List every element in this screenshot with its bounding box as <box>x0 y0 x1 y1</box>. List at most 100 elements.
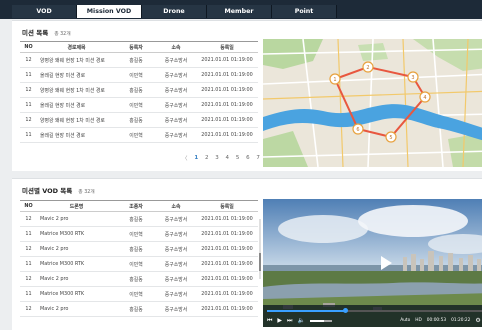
prev-page-button[interactable]: 〈 <box>182 154 188 162</box>
cell-drone: Matrice M300 RTK <box>37 226 116 242</box>
cell-date: 2021.01.01 01:19:00 <box>196 301 258 317</box>
cell-no: 11 <box>20 286 37 302</box>
cell-date: 2021.01.01 01:19:00 <box>196 67 258 83</box>
cell-org: 중구소방서 <box>156 67 196 83</box>
page-3-button[interactable]: 3 <box>215 155 219 161</box>
page-4-button[interactable]: 4 <box>226 155 230 161</box>
page-6-button[interactable]: 6 <box>246 155 250 161</box>
page-2-button[interactable]: 2 <box>205 155 209 161</box>
col-org: 소속 <box>156 41 196 53</box>
mission-panel: 미션 목록 총 32개 NO 경로제목 등록자 소속 등록일 12 양평왕 왜웨 … <box>12 20 482 171</box>
tab-vod[interactable]: VOD <box>12 5 77 18</box>
vod-row[interactable]: 12 Mavic 2 pro 홍길동 중구소방서 2021.01.01 01:19:00 <box>20 211 258 227</box>
col-no: NO <box>20 41 37 53</box>
mission-table-header: NO 경로제목 등록자 소속 등록일 <box>20 41 258 53</box>
volume-slider[interactable] <box>309 319 332 322</box>
cell-pilot: 홍길동 <box>116 211 156 227</box>
mission-map[interactable]: 1 2 3 4 5 6 <box>263 39 482 167</box>
waypoint-2[interactable]: 2 <box>362 61 374 73</box>
cell-org: 중구소방서 <box>156 286 196 302</box>
skip-forward-icon[interactable]: ⏭ <box>287 317 292 325</box>
tab-bar: VOD Mission VOD Drone Member Point <box>12 5 337 18</box>
cell-no: 12 <box>20 271 37 287</box>
big-play-icon[interactable] <box>381 256 392 270</box>
cell-org: 중구소방서 <box>156 112 196 128</box>
vod-row[interactable]: 11 Matrice M300 RTK 이민혁 중구소방서 2021.01.01 01:… <box>20 256 258 272</box>
play-icon[interactable]: ▶ <box>277 317 282 324</box>
volume-icon[interactable]: 🔈 <box>297 317 304 324</box>
waypoint-1[interactable]: 1 <box>329 73 341 85</box>
vod-table: NO 드론명 조종자 소속 등록일 12 Mavic 2 pro 홍길동 중구소방서 2… <box>20 200 258 317</box>
mission-list-title: 미션 목록 <box>22 29 49 37</box>
svg-text:2: 2 <box>366 65 369 71</box>
waypoint-5[interactable]: 5 <box>385 131 397 143</box>
cell-org: 중구소방서 <box>156 271 196 287</box>
tab-mission-vod[interactable]: Mission VOD <box>77 5 142 18</box>
mission-row[interactable]: 11 올레길 현장 미션 경로 이민혁 중구소방서 2021.01.01 01:19:0… <box>20 67 258 83</box>
cell-date: 2021.01.01 01:19:00 <box>196 82 258 98</box>
col-author: 등록자 <box>116 41 156 53</box>
cell-author: 홍길동 <box>116 112 156 128</box>
waypoint-4[interactable]: 4 <box>419 91 431 103</box>
cell-pilot: 이민혁 <box>116 286 156 302</box>
scrollbar-thumb[interactable] <box>259 253 261 271</box>
vod-row[interactable]: 12 Mavic 2 pro 홍길동 중구소방서 2021.01.01 01:19:00 <box>20 271 258 287</box>
top-nav: VOD Mission VOD Drone Member Point <box>0 0 482 19</box>
video-progress-bar[interactable] <box>267 308 482 313</box>
quality-label[interactable]: HD <box>415 318 422 323</box>
tab-point[interactable]: Point <box>272 5 337 18</box>
video-progress-handle[interactable] <box>342 308 348 313</box>
mission-row[interactable]: 12 양평왕 왜웨 현장 1차 미션 경로 홍길동 중구소방서 2021.01.01 0… <box>20 52 258 68</box>
auto-label[interactable]: Auto <box>400 318 410 323</box>
skip-back-icon[interactable]: ⏮ <box>267 317 272 325</box>
cell-org: 중구소방서 <box>156 256 196 272</box>
cell-no: 12 <box>20 241 37 257</box>
cell-no: 11 <box>20 226 37 242</box>
cell-org: 중구소방서 <box>156 226 196 242</box>
cell-no: 11 <box>20 67 37 83</box>
map-canvas[interactable]: 1 2 3 4 5 6 <box>263 39 482 167</box>
cell-title: 올레길 현장 미션 경로 <box>37 67 116 83</box>
col-org: 소속 <box>156 200 196 212</box>
page-5-button[interactable]: 5 <box>236 155 240 161</box>
vod-row[interactable]: 12 Mavic 2 pro 홍길동 중구소방서 2021.01.01 01:19:00 <box>20 301 258 317</box>
cell-org: 중구소방서 <box>156 97 196 113</box>
svg-text:4: 4 <box>423 95 426 101</box>
waypoint-6[interactable]: 6 <box>352 123 364 135</box>
cell-org: 중구소방서 <box>156 127 196 143</box>
tab-drone[interactable]: Drone <box>142 5 207 18</box>
cell-author: 홍길동 <box>116 82 156 98</box>
page-1-button[interactable]: 1 <box>194 155 198 161</box>
cell-date: 2021.01.01 01:19:00 <box>196 271 258 287</box>
col-no: NO <box>20 200 37 212</box>
cell-drone: Mavic 2 pro <box>37 301 116 317</box>
vod-row[interactable]: 11 Matrice M300 RTK 이민혁 중구소방서 2021.01.01 01:… <box>20 286 258 302</box>
tab-member[interactable]: Member <box>207 5 272 18</box>
cell-drone: Mavic 2 pro <box>37 241 116 257</box>
waypoint-3[interactable]: 3 <box>407 71 419 83</box>
video-controls: ⏮ ▶ ⏭ 🔈 Auto HD 00:00:53 01:20:22 ⚙ ⛶ <box>263 305 482 327</box>
cell-pilot: 홍길동 <box>116 301 156 317</box>
cell-no: 11 <box>20 127 37 143</box>
cell-org: 중구소방서 <box>156 52 196 68</box>
cell-date: 2021.01.01 01:19:00 <box>196 52 258 68</box>
mission-list-count: 총 32개 <box>54 32 71 37</box>
cell-pilot: 이민혁 <box>116 256 156 272</box>
col-pilot: 조종자 <box>116 200 156 212</box>
vod-row[interactable]: 12 Mavic 2 pro 홍길동 중구소방서 2021.01.01 01:19:00 <box>20 241 258 257</box>
settings-icon[interactable]: ⚙ <box>475 317 480 324</box>
mission-row[interactable]: 12 양평왕 왜웨 현장 1차 미션 경로 홍길동 중구소방서 2021.01.01 0… <box>20 82 258 98</box>
video-player[interactable]: ⏮ ▶ ⏭ 🔈 Auto HD 00:00:53 01:20:22 ⚙ ⛶ <box>263 199 482 327</box>
mission-row[interactable]: 11 올레길 현장 미션 경로 이민혁 중구소방서 2021.01.01 01:19:0… <box>20 127 258 143</box>
total-time: 01:20:22 <box>451 318 471 323</box>
cell-no: 12 <box>20 52 37 68</box>
cell-pilot: 홍길동 <box>116 271 156 287</box>
cell-date: 2021.01.01 01:19:00 <box>196 97 258 113</box>
mission-row[interactable]: 12 양평왕 왜웨 현장 1차 미션 경로 홍길동 중구소방서 2021.01.01 0… <box>20 112 258 128</box>
mission-row[interactable]: 11 올레길 현장 미션 경로 이민혁 중구소방서 2021.01.01 01:19:0… <box>20 97 258 113</box>
page-7-button[interactable]: 7 <box>256 155 260 161</box>
vod-table-scrollbar[interactable] <box>259 219 261 279</box>
vod-row[interactable]: 11 Matrice M300 RTK 이민혁 중구소방서 2021.01.01 01:… <box>20 226 258 242</box>
cell-date: 2021.01.01 01:19:00 <box>196 211 258 227</box>
cell-org: 중구소방서 <box>156 82 196 98</box>
